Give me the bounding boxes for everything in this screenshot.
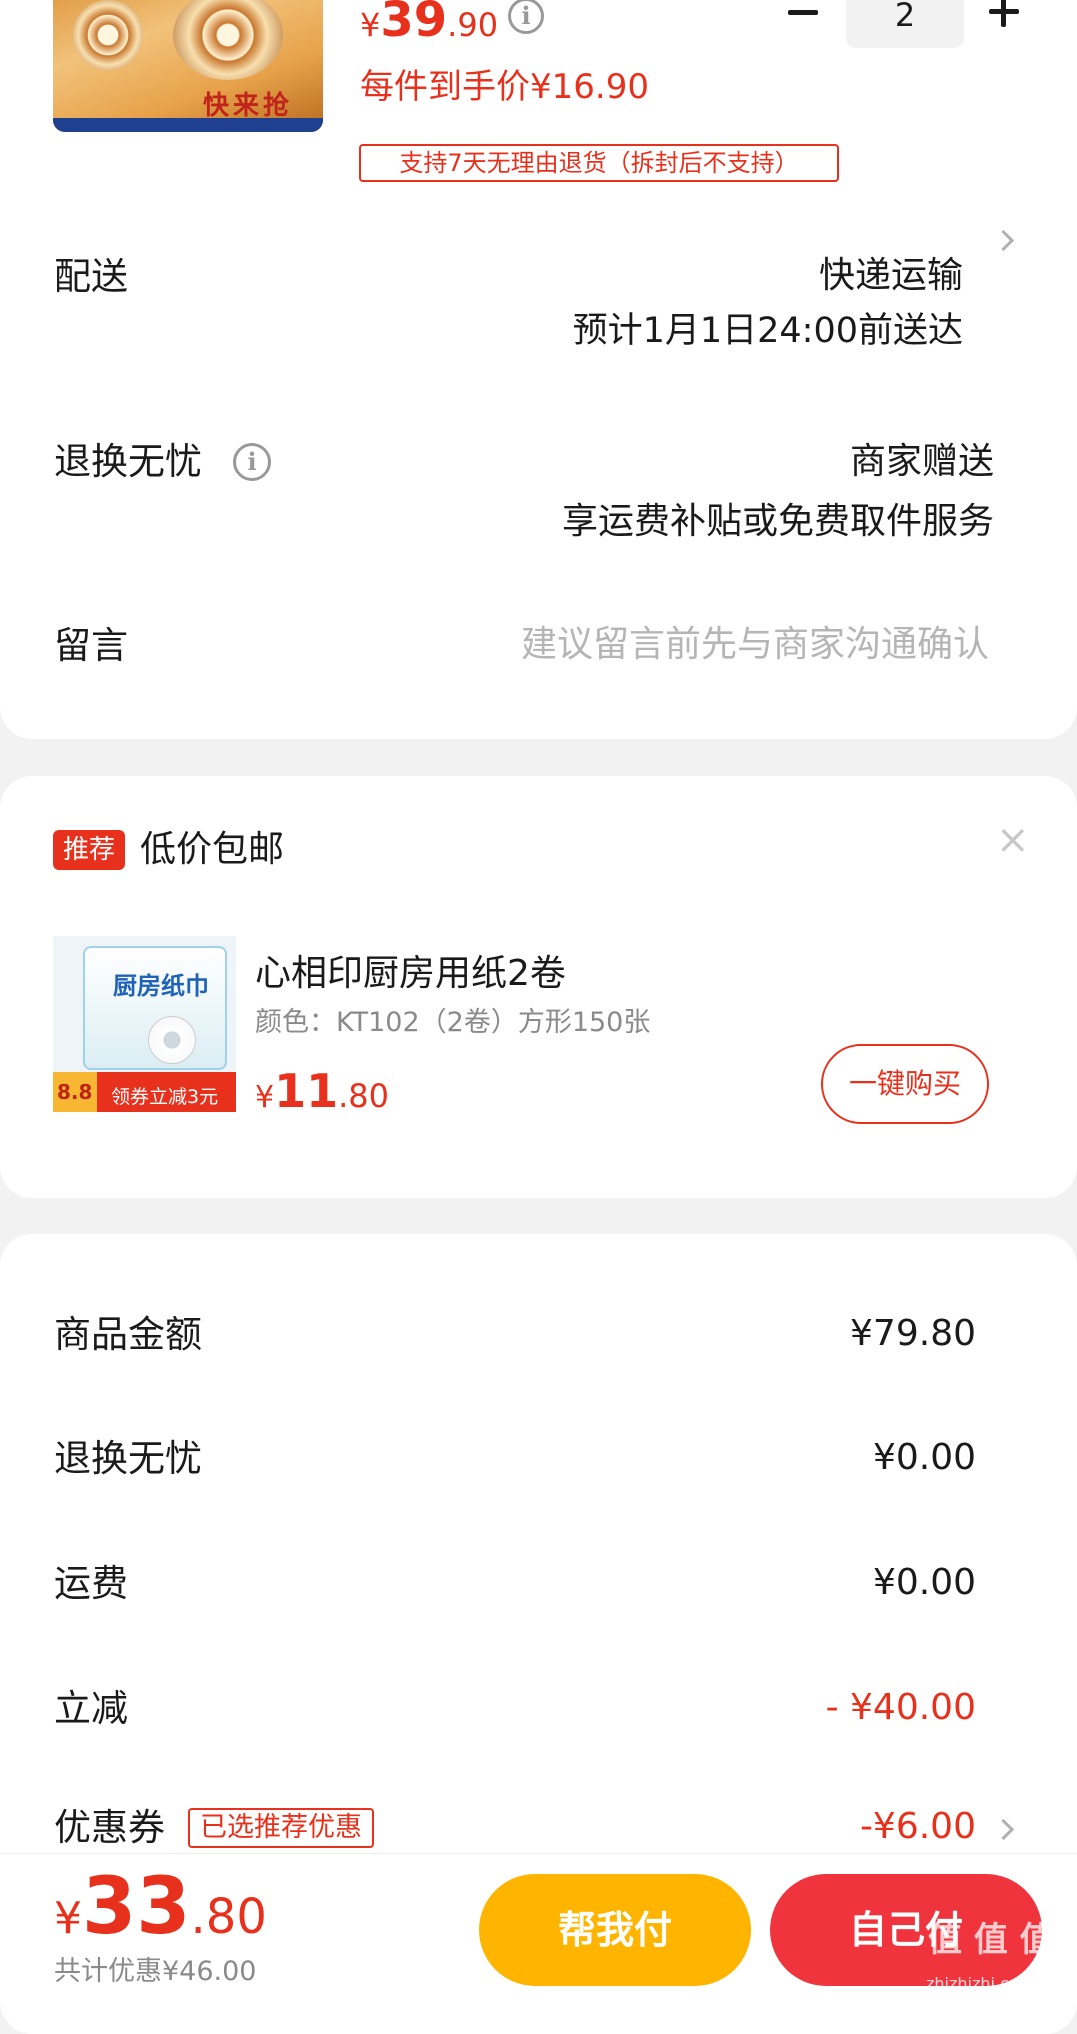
rec-price-decimal: .80 <box>338 1077 389 1115</box>
total-saved: 共计优惠¥46.00 <box>54 1958 256 1985</box>
price-info-icon[interactable]: i <box>508 0 544 34</box>
rec-price-integer: 11 <box>274 1064 339 1118</box>
delivery-label: 配送 <box>54 255 128 298</box>
return-info-icon[interactable]: i <box>233 443 271 481</box>
bottom-bar: ¥33.80 共计优惠¥46.00 帮我付 自己付 值 值 值 zhizhizh… <box>0 1853 1077 1999</box>
recommend-item-image[interactable]: 厨房纸巾 8.8 领券立减3元 <box>53 936 236 1112</box>
coupon-value[interactable]: -¥6.00 <box>860 1809 976 1845</box>
qty-plus-button[interactable] <box>987 0 1021 28</box>
summary-row-label: 立减 <box>54 1687 128 1730</box>
promo-strip-text: 领券立减3元 <box>111 1086 219 1108</box>
delivery-chevron-icon[interactable] <box>992 229 1015 252</box>
summary-row-value: ¥0.00 <box>872 1437 976 1478</box>
order-card: 快来抢 ¥39.90 i 2 每件到手价¥16.90 支持7天无理由退货（拆封后… <box>0 0 1077 739</box>
qty-input[interactable]: 2 <box>846 0 964 48</box>
message-label: 留言 <box>54 624 128 667</box>
product-price: ¥39.90 <box>360 0 498 44</box>
return-worry-label: 退换无忧 <box>54 440 202 483</box>
price-integer: 39 <box>380 0 448 48</box>
return-worry-detail: 享运费补贴或免费取件服务 <box>561 501 994 542</box>
message-input[interactable]: 建议留言前先与商家沟通确认 <box>521 627 989 663</box>
close-icon[interactable]: × <box>996 820 1030 860</box>
coupon-tag: 已选推荐优惠 <box>188 1808 374 1848</box>
cake-roll-left <box>73 0 143 70</box>
one-click-buy-button[interactable]: 一键购买 <box>821 1044 989 1124</box>
summary-row-label: 运费 <box>54 1562 128 1605</box>
total-price: ¥33.80 <box>54 1868 267 1946</box>
price-symbol: ¥ <box>360 6 381 44</box>
recommend-card: 推荐 低价包邮 × 厨房纸巾 8.8 领券立减3元 心相印厨房用纸2卷 颜色：K… <box>0 776 1077 1198</box>
product-image-band <box>53 118 323 132</box>
total-decimal: .80 <box>190 1889 267 1945</box>
summary-row-label: 商品金额 <box>54 1313 202 1356</box>
plus-icon-vertical <box>1001 0 1006 27</box>
summary-row-label: 退换无忧 <box>54 1437 202 1480</box>
cake-roll-right <box>173 0 283 80</box>
total-saved-text: 共计优惠¥46.00 <box>54 1956 257 1987</box>
promo-strip-badge: 8.8 <box>57 1080 93 1104</box>
product-image-caption: 快来抢 <box>203 91 294 121</box>
coupon-label: 优惠券 <box>54 1806 165 1849</box>
recommend-item-name[interactable]: 心相印厨房用纸2卷 <box>255 956 566 992</box>
summary-row-value: ¥0.00 <box>872 1562 976 1603</box>
qty-minus-button[interactable] <box>786 0 820 28</box>
towel-pack-text: 厨房纸巾 <box>113 972 209 1000</box>
watermark-url: zhizhizhi.com <box>926 1974 1035 1993</box>
return-policy-tag: 支持7天无理由退货（拆封后不支持） <box>359 144 839 182</box>
delivery-method[interactable]: 快递运输 <box>819 258 963 294</box>
delivery-eta: 预计1月1日24:00前送达 <box>572 311 963 351</box>
recommend-title: 低价包邮 <box>140 829 285 870</box>
summary-row-value: - ¥40.00 <box>825 1687 976 1728</box>
product-image[interactable]: 快来抢 <box>53 0 323 132</box>
per-item-price: 每件到手价¥16.90 <box>360 67 649 107</box>
help-pay-button[interactable]: 帮我付 <box>479 1874 751 1986</box>
return-worry-value: 商家赠送 <box>849 441 994 482</box>
total-integer: 33 <box>82 1862 191 1952</box>
recommend-badge: 推荐 <box>53 830 125 870</box>
minus-icon <box>788 10 818 15</box>
towel-roll-icon <box>148 1016 196 1064</box>
rec-price-symbol: ¥ <box>255 1080 275 1115</box>
watermark-logo: 值 值 值 <box>928 1920 1054 1960</box>
summary-row-value: ¥79.80 <box>850 1313 976 1354</box>
recommend-item-spec: 颜色：KT102（2卷）方形150张 <box>255 1007 651 1038</box>
recommend-item-price: ¥11.80 <box>255 1068 389 1114</box>
coupon-chevron-icon[interactable] <box>992 1818 1015 1841</box>
price-decimal: .90 <box>447 6 499 44</box>
total-symbol: ¥ <box>54 1893 82 1944</box>
